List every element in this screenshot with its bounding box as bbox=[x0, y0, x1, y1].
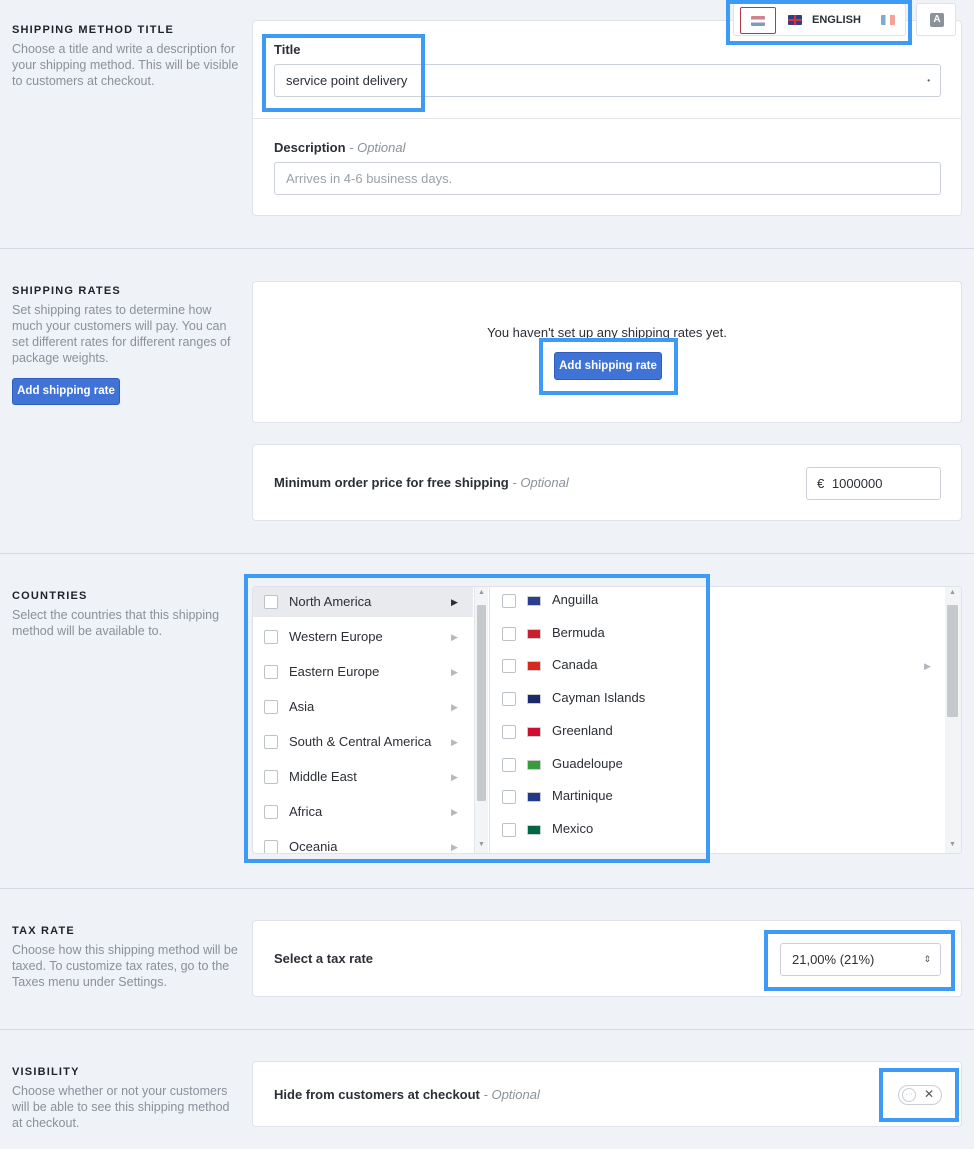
hide-checkout-optional: - Optional bbox=[483, 1087, 540, 1102]
tax-rate-label: Select a tax rate bbox=[274, 951, 374, 966]
countries-scroll-down-icon[interactable]: ▼ bbox=[949, 841, 956, 848]
title-card-divider bbox=[253, 118, 961, 119]
highlight-tax-select bbox=[764, 930, 955, 991]
currency-symbol: € bbox=[817, 476, 825, 491]
section-divider-2 bbox=[0, 553, 974, 554]
section-divider-3 bbox=[0, 888, 974, 889]
title-section-heading: SHIPPING METHOD TITLE bbox=[12, 24, 175, 36]
title-section-description: Choose a title and write a description f… bbox=[12, 42, 239, 88]
section-divider-1 bbox=[0, 248, 974, 249]
countries-expand-icon[interactable]: ▶ bbox=[924, 661, 931, 672]
tax-section-heading: TAX RATE bbox=[12, 925, 75, 937]
free-shipping-value: 1000000 bbox=[831, 476, 883, 491]
hide-checkout-label: Hide from customers at checkout - Option… bbox=[274, 1087, 540, 1102]
free-shipping-label: Minimum order price for free shipping - … bbox=[274, 475, 569, 490]
title-input-indicator-icon: • bbox=[927, 76, 930, 85]
visibility-section-description: Choose whether or not your customers wil… bbox=[12, 1084, 230, 1130]
section-divider-4 bbox=[0, 1029, 974, 1030]
translate-icon: A bbox=[930, 13, 944, 27]
highlight-toggle bbox=[879, 1068, 959, 1122]
free-shipping-input[interactable]: € 1000000 bbox=[806, 467, 941, 500]
rates-section-heading: SHIPPING RATES bbox=[12, 285, 121, 297]
countries-section-heading: COUNTRIES bbox=[12, 590, 88, 602]
tax-section-description: Choose how this shipping method will be … bbox=[12, 943, 238, 989]
add-shipping-rate-side-button[interactable]: Add shipping rate bbox=[12, 378, 120, 405]
free-shipping-card: Minimum order price for free shipping - … bbox=[252, 444, 962, 521]
rates-section-description: Set shipping rates to determine how much… bbox=[12, 303, 231, 365]
hide-checkout-label-text: Hide from customers at checkout bbox=[274, 1087, 480, 1102]
highlight-title bbox=[262, 34, 425, 112]
highlight-countries bbox=[244, 574, 710, 863]
tax-section-side: TAX RATE Choose how this shipping method… bbox=[12, 925, 242, 990]
visibility-section-heading: VISIBILITY bbox=[12, 1066, 80, 1078]
description-label-text: Description bbox=[274, 140, 346, 155]
highlight-add-rate bbox=[539, 338, 678, 395]
countries-scroll-up-icon[interactable]: ▲ bbox=[949, 589, 956, 596]
free-shipping-optional: - Optional bbox=[512, 475, 569, 490]
countries-scroll-thumb[interactable] bbox=[947, 605, 958, 717]
description-optional: - Optional bbox=[349, 140, 406, 155]
description-input[interactable]: Arrives in 4-6 business days. bbox=[274, 162, 941, 195]
visibility-card: Hide from customers at checkout - Option… bbox=[252, 1061, 962, 1127]
rates-section-side: SHIPPING RATES Set shipping rates to det… bbox=[12, 285, 242, 366]
description-label: Description - Optional bbox=[274, 140, 406, 155]
countries-section-description: Select the countries that this shipping … bbox=[12, 608, 220, 638]
highlight-language-bar bbox=[726, 0, 912, 45]
countries-scrollbar[interactable]: ▲ ▼ bbox=[945, 587, 961, 853]
free-shipping-label-text: Minimum order price for free shipping bbox=[274, 475, 509, 490]
description-placeholder: Arrives in 4-6 business days. bbox=[286, 171, 453, 186]
visibility-section-side: VISIBILITY Choose whether or not your cu… bbox=[12, 1066, 242, 1131]
title-section-side: SHIPPING METHOD TITLE Choose a title and… bbox=[12, 24, 242, 89]
countries-section-side: COUNTRIES Select the countries that this… bbox=[12, 590, 242, 639]
translate-button[interactable]: A bbox=[916, 3, 956, 36]
